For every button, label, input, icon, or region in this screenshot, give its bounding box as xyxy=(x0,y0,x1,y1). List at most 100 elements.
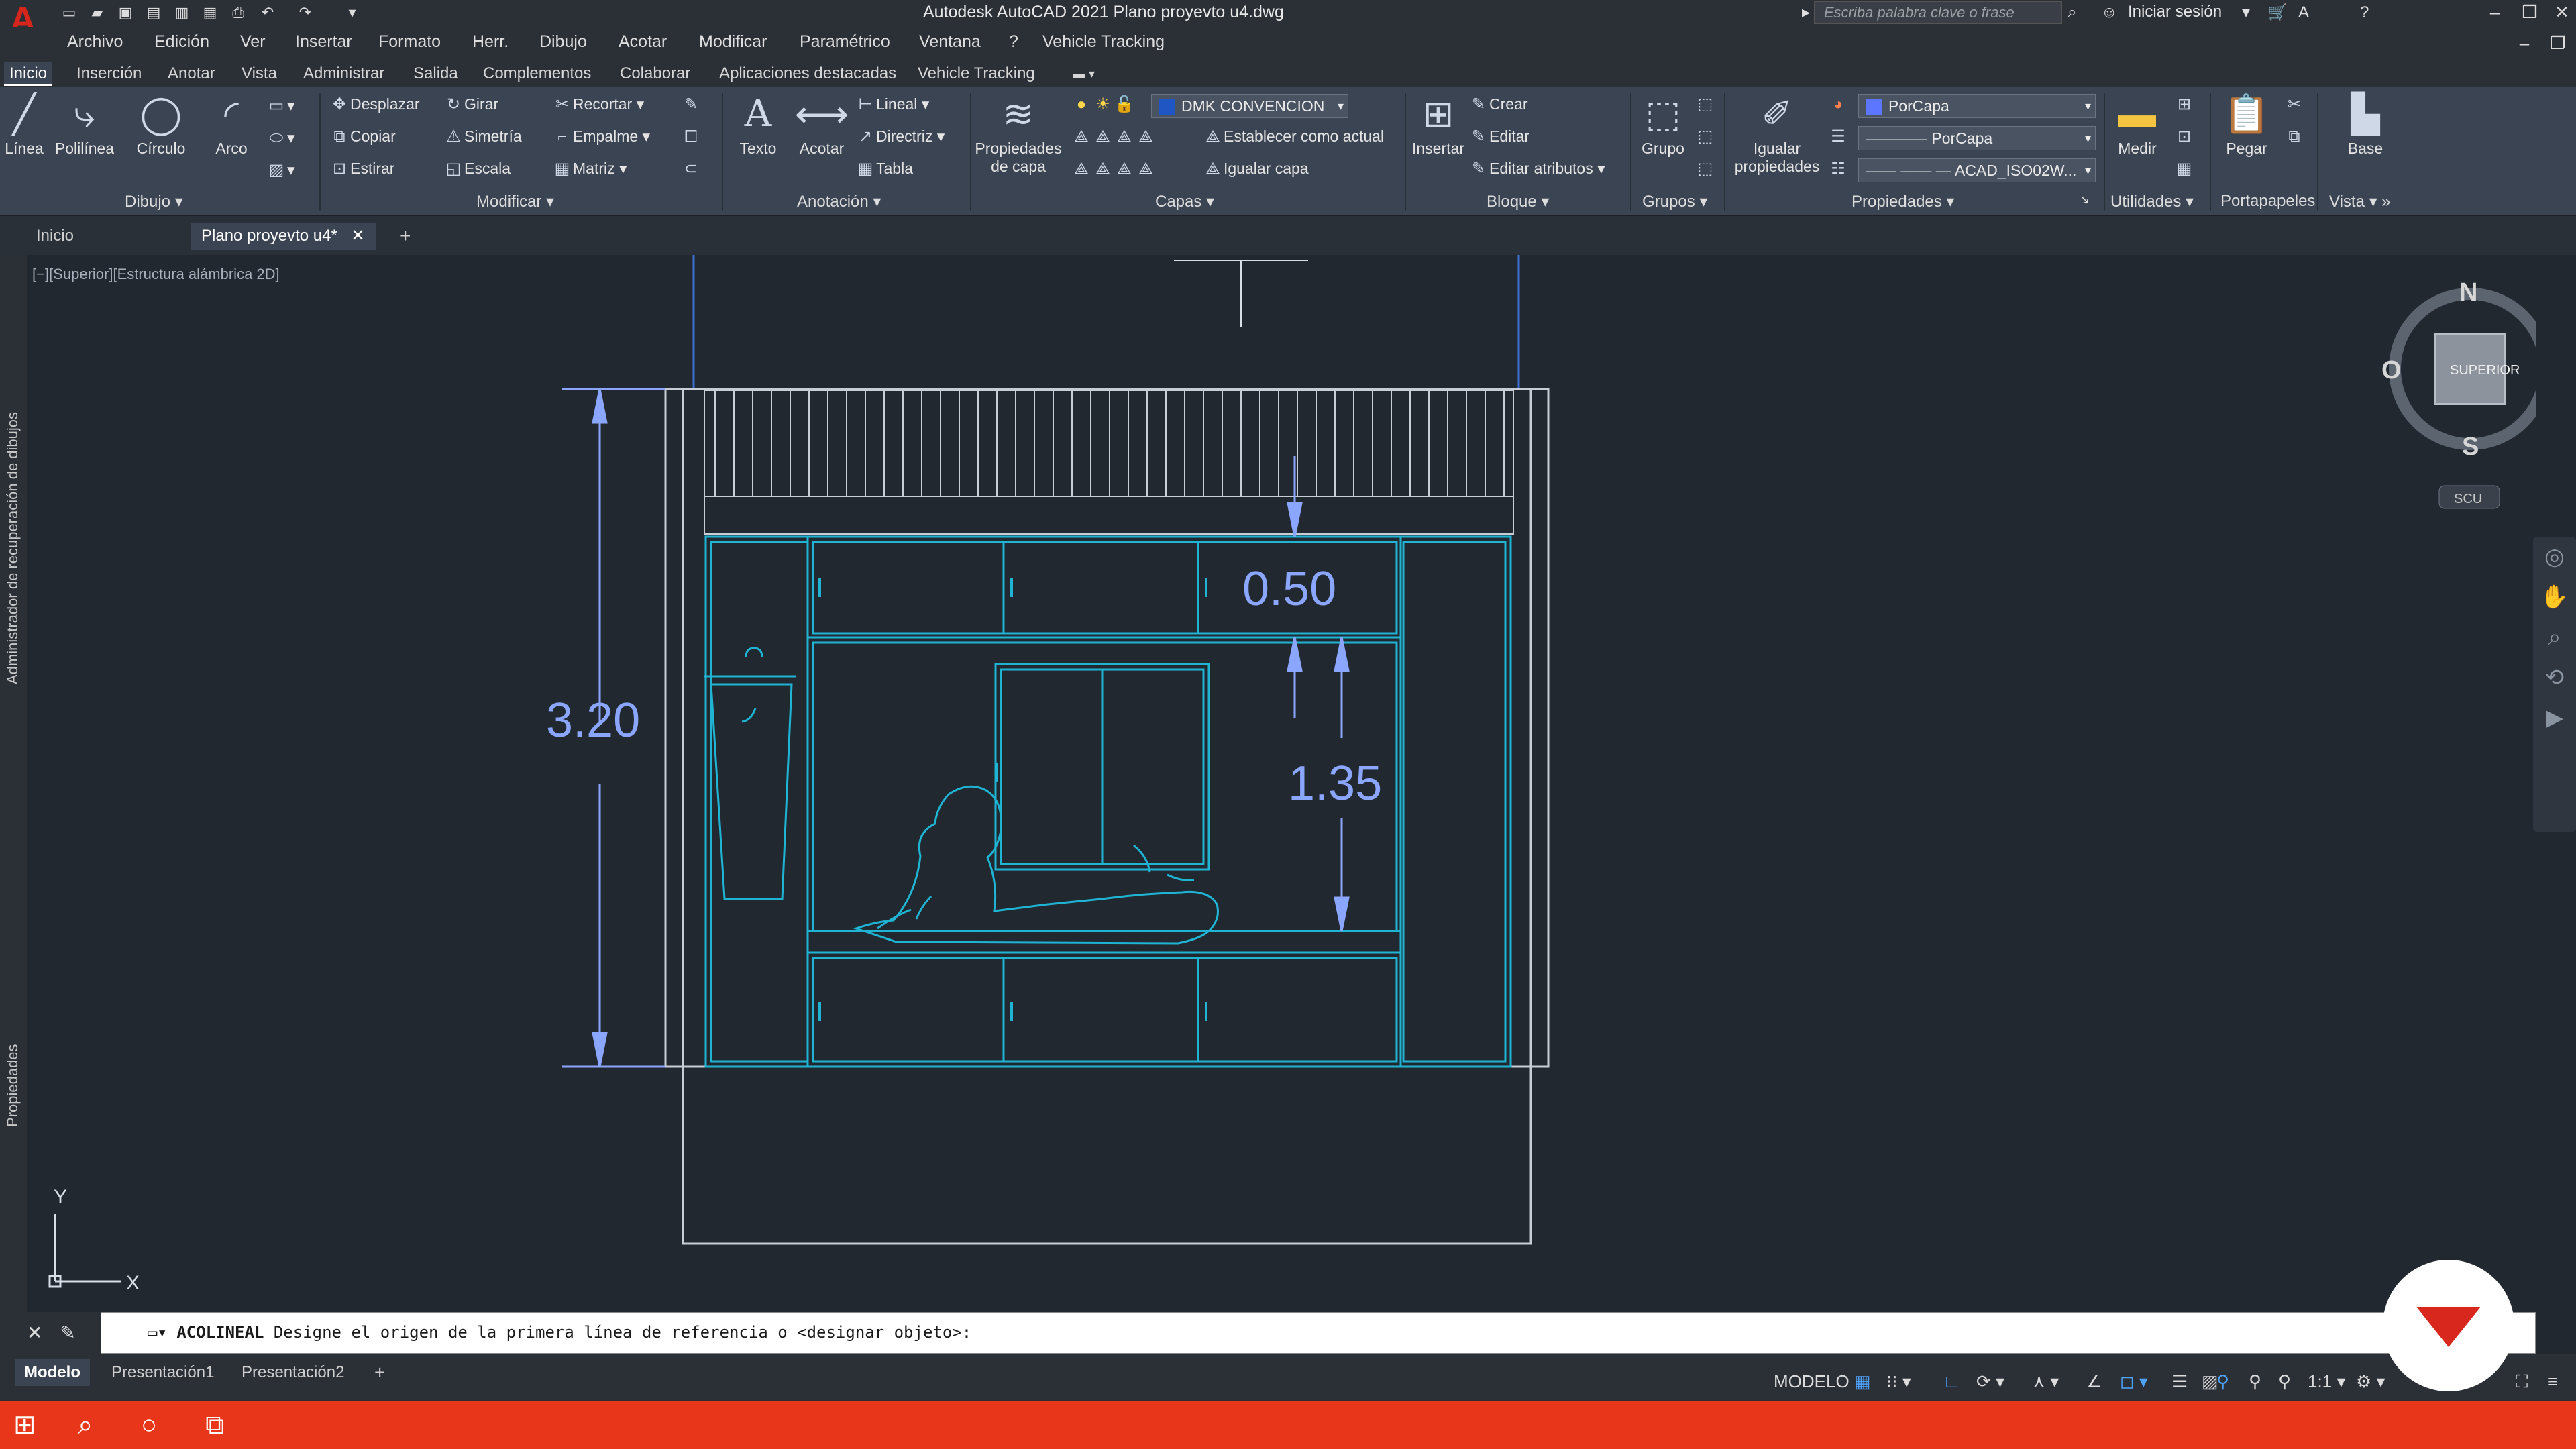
menu-insertar[interactable]: Insertar xyxy=(295,32,352,52)
tab-anotar[interactable]: Anotar xyxy=(162,62,221,86)
array-button[interactable]: ▦ Matriz ▾ xyxy=(551,157,627,180)
create-block-button[interactable]: ✎ Crear xyxy=(1468,93,1528,115)
annotation-scale-dropdown[interactable]: 1:1 ▾ xyxy=(2308,1371,2345,1392)
close-command-line-icon[interactable]: ✕ xyxy=(27,1322,42,1343)
group-button[interactable]: ⬚ Grupo xyxy=(1634,93,1692,158)
ortho-icon[interactable]: ∟ xyxy=(1943,1371,1960,1392)
erase-button[interactable]: ✎ xyxy=(680,93,702,115)
panel-title-dibujo[interactable]: Dibujo ▾ xyxy=(125,192,183,211)
edit-attributes-button[interactable]: ✎ Editar atributos ▾ xyxy=(1468,157,1605,180)
tab-insercion[interactable]: Inserción xyxy=(71,62,147,86)
leader-dropdown[interactable]: ↗ Directriz ▾ xyxy=(855,125,945,148)
restore-icon[interactable]: ❐ xyxy=(2514,0,2545,24)
undo-icon[interactable]: ↶ xyxy=(258,3,278,23)
layer-tools-row2[interactable]: ⟁ ⟁ ⟁ ⟁ xyxy=(1071,157,1157,180)
linetype-dropdown[interactable]: —— —— — ACAD_ISO02W... ▾ xyxy=(1858,158,2096,182)
ribbon-minimize-icon[interactable]: ▬ ▾ xyxy=(1068,62,1100,86)
annotation-visibility-icon[interactable]: ⚲ xyxy=(2216,1371,2229,1392)
snap-icon[interactable]: ⁝⁝ ▾ xyxy=(1886,1371,1911,1392)
copy-button[interactable]: ⧉ Copiar xyxy=(329,125,395,148)
dimension-button[interactable]: ⟷ Acotar xyxy=(792,93,852,158)
grid-icon[interactable]: ▦ xyxy=(1854,1371,1871,1392)
tab-salida[interactable]: Salida xyxy=(408,62,464,86)
web-mobile-icon[interactable]: ▥ xyxy=(172,3,192,23)
menu-vehicle-tracking[interactable]: Vehicle Tracking xyxy=(1042,32,1165,52)
model-space-toggle[interactable]: MODELO xyxy=(1774,1371,1849,1392)
doc-minimize-icon[interactable]: – xyxy=(2509,31,2540,55)
doc-restore-icon[interactable]: ❐ xyxy=(2542,31,2573,55)
panel-title-propiedades[interactable]: Propiedades ▾ xyxy=(1851,192,1954,211)
tab-aplicaciones-destacadas[interactable]: Aplicaciones destacadas xyxy=(714,62,902,86)
quick-access-menu-icon[interactable]: ▾ xyxy=(342,3,362,23)
mirror-button[interactable]: ⚠ Simetría xyxy=(443,125,521,148)
panel-title-anotacion[interactable]: Anotación ▾ xyxy=(797,192,881,211)
close-icon[interactable]: ✕ xyxy=(2546,0,2576,24)
group-tool-2[interactable]: ⬚ xyxy=(1695,125,1716,148)
rectangle-button[interactable]: ▭ ▾ xyxy=(266,94,295,117)
move-button[interactable]: ✥ Desplazar xyxy=(329,93,420,115)
panel-title-capas[interactable]: Capas ▾ xyxy=(1155,192,1214,211)
panel-title-portapapeles[interactable]: Portapapeles xyxy=(2220,192,2315,211)
rotate-button[interactable]: ↻ Girar xyxy=(443,93,498,115)
select-all-button[interactable]: ⊡ xyxy=(2174,125,2195,148)
search-input[interactable]: Escriba palabra clave o frase xyxy=(1814,1,2062,24)
help-icon[interactable]: ? xyxy=(2360,2,2369,23)
zoom-icon[interactable]: ⌕ xyxy=(2533,617,2576,657)
dimension-height-label[interactable]: 3.20 xyxy=(546,694,640,747)
file-tab-inicio[interactable]: Inicio xyxy=(25,223,85,250)
layer-state-icons[interactable]: ● ☀ 🔓 xyxy=(1071,93,1135,115)
text-button[interactable]: A Texto xyxy=(731,93,785,158)
properties-palette-tab[interactable]: Propiedades xyxy=(4,1044,21,1127)
trim-button[interactable]: ✂ Recortar ▾ xyxy=(551,93,644,115)
viewcube-south[interactable]: S xyxy=(2462,433,2479,461)
calculator-button[interactable]: ▦ xyxy=(2174,157,2195,180)
user-icon[interactable]: ☺ xyxy=(2101,2,2118,23)
layout-tab-presentacion2[interactable]: Presentación2 xyxy=(232,1359,354,1386)
dimension-window-label[interactable]: 1.35 xyxy=(1288,757,1382,810)
save-as-icon[interactable]: ▤ xyxy=(144,3,164,23)
windows-start-icon[interactable]: ⊞ xyxy=(13,1409,36,1441)
measure-button[interactable]: ▬ Medir xyxy=(2109,93,2165,158)
stretch-button[interactable]: ⊡ Estirar xyxy=(329,157,395,180)
panel-title-vista[interactable]: Vista ▾ » xyxy=(2329,192,2391,211)
showmotion-icon[interactable]: ▶ xyxy=(2533,698,2576,738)
group-tool-3[interactable]: ⬚ xyxy=(1695,157,1716,180)
base-view-button[interactable]: ▙ Base xyxy=(2332,93,2399,158)
layer-tools-row1[interactable]: ⟁ ⟁ ⟁ ⟁ xyxy=(1071,125,1157,148)
offset-button[interactable]: ⊂ xyxy=(680,157,702,180)
transparency-icon[interactable]: ▨ xyxy=(2202,1371,2218,1392)
polyline-button[interactable]: ⤷ Polilínea xyxy=(51,93,118,158)
print-icon[interactable]: ⎙ xyxy=(228,3,248,23)
add-layout-button[interactable]: + xyxy=(365,1359,394,1386)
plot-icon[interactable]: ▦ xyxy=(200,3,220,23)
autodesk-app-icon[interactable]: A xyxy=(2298,2,2309,23)
drawing-canvas[interactable]: [−][Superior][Estructura alámbrica 2D] 3… xyxy=(27,255,2536,1312)
cortana-icon[interactable]: ○ xyxy=(141,1409,157,1441)
file-tab-plano[interactable]: Plano proyevto u4* ✕ xyxy=(191,223,376,250)
annotation-scale-icon[interactable]: ⚲ xyxy=(2278,1371,2291,1392)
taskbar-search-icon[interactable]: ⌕ xyxy=(78,1409,93,1441)
clean-screen-icon[interactable]: ⛶ xyxy=(2516,1371,2528,1393)
scale-button[interactable]: ◱ Escala xyxy=(443,157,511,180)
search-icon[interactable]: ⌕ xyxy=(2068,2,2076,23)
menu-parametrico[interactable]: Paramétrico xyxy=(800,32,890,52)
set-current-layer-button[interactable]: ⟁ Establecer como actual xyxy=(1202,125,1384,148)
group-tool-1[interactable]: ⬚ xyxy=(1695,93,1716,115)
command-history-dropdown-icon[interactable]: ▭▾ xyxy=(148,1323,176,1342)
menu-formato[interactable]: Formato xyxy=(378,32,441,52)
viewcube-north[interactable]: N xyxy=(2459,278,2477,307)
new-tab-button[interactable]: + xyxy=(389,223,421,250)
table-button[interactable]: ▦ Tabla xyxy=(855,157,913,180)
layer-properties-button[interactable]: ≋ Propiedades de capa xyxy=(973,93,1064,176)
task-view-icon[interactable]: ⧉ xyxy=(205,1409,225,1441)
hatch-button[interactable]: ▨ ▾ xyxy=(266,158,295,181)
lineweight-icon[interactable]: ☰ xyxy=(1827,125,1849,148)
steering-wheel-icon[interactable]: ◎ xyxy=(2533,537,2576,577)
edit-block-button[interactable]: ✎ Editar xyxy=(1468,125,1529,148)
menu-archivo[interactable]: Archivo xyxy=(67,32,123,52)
tab-vehicle-tracking[interactable]: Vehicle Tracking xyxy=(912,62,1040,86)
panel-dialog-launcher-icon[interactable]: ↘ xyxy=(2080,188,2090,211)
menu-modificar[interactable]: Modificar xyxy=(699,32,767,52)
isodraft-icon[interactable]: ⋏ ▾ xyxy=(2033,1371,2059,1392)
circle-button[interactable]: ◯ Círculo xyxy=(127,93,195,158)
